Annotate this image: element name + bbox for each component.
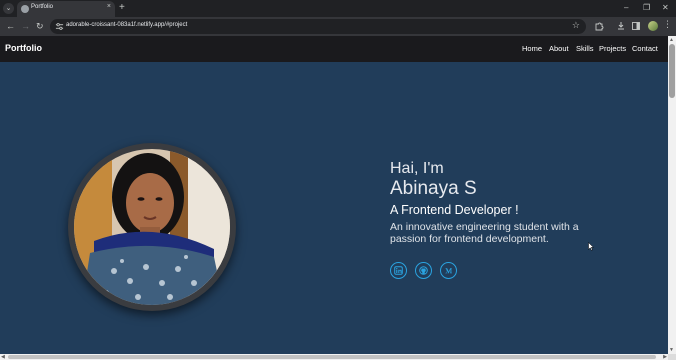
nav-link-skills[interactable]: Skills	[576, 44, 594, 53]
browser-tab-strip: ⌄ Portfolio × + – ❐ ✕	[0, 0, 676, 17]
reload-icon[interactable]: ↻	[36, 20, 44, 33]
chevron-down-icon: ⌄	[5, 5, 12, 12]
hero-role: A Frontend Developer !	[390, 203, 519, 217]
site-navbar: Portfolio Home About Skills Projects Con…	[0, 36, 668, 62]
window-close-icon[interactable]: ✕	[662, 2, 669, 14]
side-panel-icon[interactable]	[631, 21, 641, 31]
page-viewport: Portfolio Home About Skills Projects Con…	[0, 36, 668, 354]
mouse-cursor-icon	[588, 242, 594, 251]
scroll-right-icon[interactable]: ▶	[663, 354, 667, 360]
new-tab-button[interactable]: +	[119, 2, 125, 14]
nav-link-contact[interactable]: Contact	[632, 44, 658, 53]
browser-tab[interactable]: Portfolio ×	[17, 1, 115, 17]
medium-button[interactable]	[440, 262, 457, 279]
linkedin-icon	[394, 266, 403, 275]
linkedin-button[interactable]	[390, 262, 407, 279]
hero-greeting: Hai, I'm	[390, 160, 444, 177]
site-brand[interactable]: Portfolio	[5, 43, 42, 53]
profile-photo-frame	[68, 143, 236, 311]
close-tab-icon[interactable]: ×	[107, 3, 111, 10]
nav-link-about[interactable]: About	[549, 44, 569, 53]
download-icon[interactable]	[616, 21, 626, 31]
scroll-left-icon[interactable]: ◀	[1, 354, 5, 360]
url-text: adorable-croissant-083a1f.netlify.app/#p…	[66, 22, 188, 28]
browser-menu-icon[interactable]: ⋮	[663, 19, 672, 30]
site-info-icon[interactable]	[55, 22, 64, 31]
address-bar[interactable]: adorable-croissant-083a1f.netlify.app/#p…	[50, 19, 586, 34]
vertical-scrollbar[interactable]: ▲ ▼	[668, 36, 676, 354]
hero-name: Abinaya S	[390, 178, 477, 199]
tab-title: Portfolio	[31, 4, 54, 10]
extensions-icon[interactable]	[594, 21, 604, 31]
profile-photo	[74, 149, 230, 305]
github-icon	[419, 266, 428, 275]
tab-search-button[interactable]: ⌄	[3, 3, 14, 14]
bookmark-star-icon[interactable]: ☆	[572, 20, 580, 31]
horizontal-scrollbar[interactable]: ◀ ▶	[0, 354, 668, 360]
restore-icon[interactable]: ❐	[643, 2, 650, 14]
nav-link-home[interactable]: Home	[522, 44, 542, 53]
nav-link-projects[interactable]: Projects	[599, 44, 626, 53]
hero-description: An innovative engineering student with a…	[390, 221, 579, 245]
medium-icon	[445, 268, 453, 274]
github-button[interactable]	[415, 262, 432, 279]
minimize-icon[interactable]: –	[624, 2, 628, 14]
forward-icon[interactable]: →	[21, 20, 30, 33]
favicon-icon	[21, 5, 29, 13]
horizontal-scroll-thumb[interactable]	[8, 355, 656, 359]
scroll-down-icon[interactable]: ▼	[669, 347, 674, 353]
browser-toolbar: ← → ↻ adorable-croissant-083a1f.netlify.…	[0, 17, 676, 36]
scrollbar-corner	[668, 354, 676, 360]
back-icon[interactable]: ←	[6, 20, 15, 33]
profile-avatar-icon[interactable]	[648, 21, 658, 31]
scroll-up-icon[interactable]: ▲	[669, 37, 674, 43]
vertical-scroll-thumb[interactable]	[669, 44, 675, 98]
